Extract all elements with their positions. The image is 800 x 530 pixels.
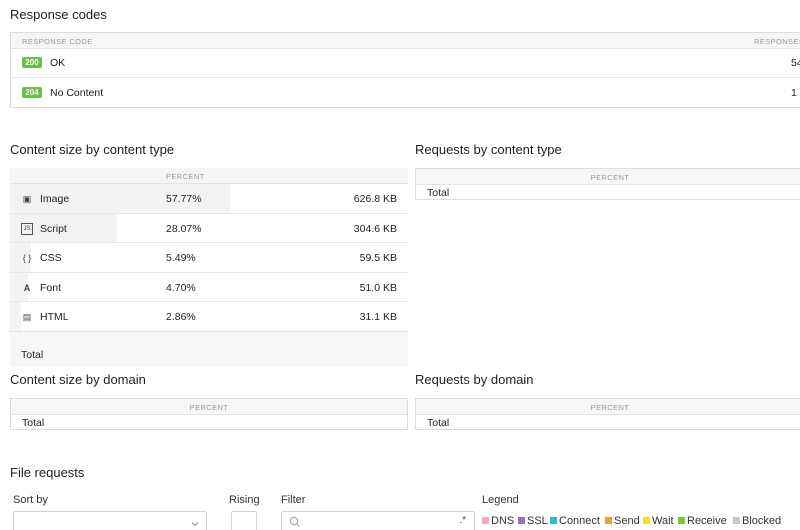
percent-bar [10,302,21,331]
legend-item-blocked: Blocked [733,515,781,527]
table-row: ▤ HTML 2.86% 31.1 KB [10,302,408,332]
file-requests-title: File requests [10,465,85,480]
response-codes-table: RESPONSE CODE RESPONSES 200 OK 54 204 No… [10,32,800,108]
legend-swatch [518,517,525,524]
legend-label: Legend [482,494,519,506]
content-type-size: 51.0 KB [359,281,397,294]
content-type-percent: 5.49% [166,252,196,264]
table-row: JS Script 28.07% 304.6 KB [10,213,408,243]
total-label: Total [21,349,44,361]
content-type-size: 304.6 KB [353,222,397,235]
legend-item-send: Send [605,515,640,527]
content-type-name: Font [40,281,62,294]
content-type-name: CSS [40,252,62,264]
legend-label-text: Blocked [742,515,782,527]
content-type-percent: 28.07% [166,222,202,235]
filter-input[interactable]: .* [281,511,475,530]
legend-label-text: DNS [491,515,515,527]
column-responses[interactable]: RESPONSES [754,37,800,46]
table-row: 200 OK 54 [11,49,800,78]
content-size-by-domain-title: Content size by domain [10,372,146,387]
response-count: 54 [791,57,800,69]
status-badge: 204 [22,87,42,98]
table-header: PERCENT [11,399,407,415]
html-icon: ▤ [22,312,32,322]
column-percent[interactable]: PERCENT [416,173,800,182]
table-header: PERCENT [416,399,800,415]
response-count: 1 [791,87,797,99]
response-label: OK [50,57,66,69]
column-response-code[interactable]: RESPONSE CODE [22,37,93,46]
rising-label: Rising [229,494,260,506]
legend-item-receive: Receive [678,515,727,527]
table-row: A Font 4.70% 51.0 KB [10,272,408,302]
font-icon: A [23,282,31,293]
response-label: No Content [50,87,104,99]
css-icon: { } [22,253,32,263]
requests-by-type-table: PERCENT Total [415,168,800,200]
content-size-by-type-table: PERCENT ▣ Image 57.77% 626.8 KB JS Script 28.0… [10,168,408,367]
legend-swatch [605,517,612,524]
content-type-size: 626.8 KB [353,193,397,205]
script-icon: JS [21,222,33,235]
response-codes-title: Response codes [10,7,107,22]
requests-by-domain-title: Requests by domain [415,372,534,387]
table-row: ▣ Image 57.77% 626.8 KB [10,184,408,214]
legend-item-ssl: SSL [518,515,548,527]
table-row: { } CSS 5.49% 59.5 KB [10,243,408,273]
requests-by-type-title: Requests by content type [415,142,562,157]
legend-swatch [643,517,650,524]
total-label: Total [22,417,45,429]
status-badge: 200 [22,57,42,68]
legend-label-text: Wait [652,515,674,527]
column-percent[interactable]: PERCENT [11,403,407,412]
legend-label-text: Receive [687,515,727,527]
content-size-by-domain-table: PERCENT Total [10,398,408,430]
content-size-by-type-title: Content size by content type [10,142,175,157]
total-label: Total [427,187,450,199]
content-type-header: PERCENT [10,168,408,184]
legend-swatch [733,517,740,524]
table-row: 204 No Content 1 [11,79,800,108]
regex-toggle[interactable]: .* [459,515,466,526]
requests-by-domain-table: PERCENT Total [415,398,800,430]
legend-label-text: SSL [527,515,548,527]
content-type-percent: 4.70% [166,281,196,294]
content-type-size: 31.1 KB [359,311,397,323]
filter-label: Filter [281,494,306,506]
response-codes-header: RESPONSE CODE RESPONSES [11,33,800,49]
content-type-name: Script [40,222,67,235]
column-percent[interactable]: PERCENT [416,403,800,412]
table-header: PERCENT [416,169,800,185]
sort-by-label: Sort by [13,494,48,506]
legend-item-wait: Wait [643,515,674,527]
image-icon: ▣ [22,194,32,204]
legend-item-connect: Connect [550,515,600,527]
rising-checkbox[interactable] [231,511,257,530]
content-type-name: Image [40,193,70,205]
content-type-percent: 2.86% [166,311,196,323]
legend-label-text: Connect [559,515,600,527]
chevron-down-icon [191,522,199,527]
total-label: Total [427,417,450,429]
legend-swatch [550,517,557,524]
search-icon [289,516,300,527]
sort-by-select[interactable] [13,511,207,530]
legend-swatch [678,517,685,524]
column-percent[interactable]: PERCENT [166,172,205,181]
legend-label-text: Send [614,515,640,527]
legend-swatch [482,517,489,524]
content-type-percent: 57.77% [166,193,202,205]
legend-item-dns: DNS [482,515,514,527]
content-type-name: HTML [40,311,69,323]
content-type-size: 59.5 KB [359,252,397,264]
